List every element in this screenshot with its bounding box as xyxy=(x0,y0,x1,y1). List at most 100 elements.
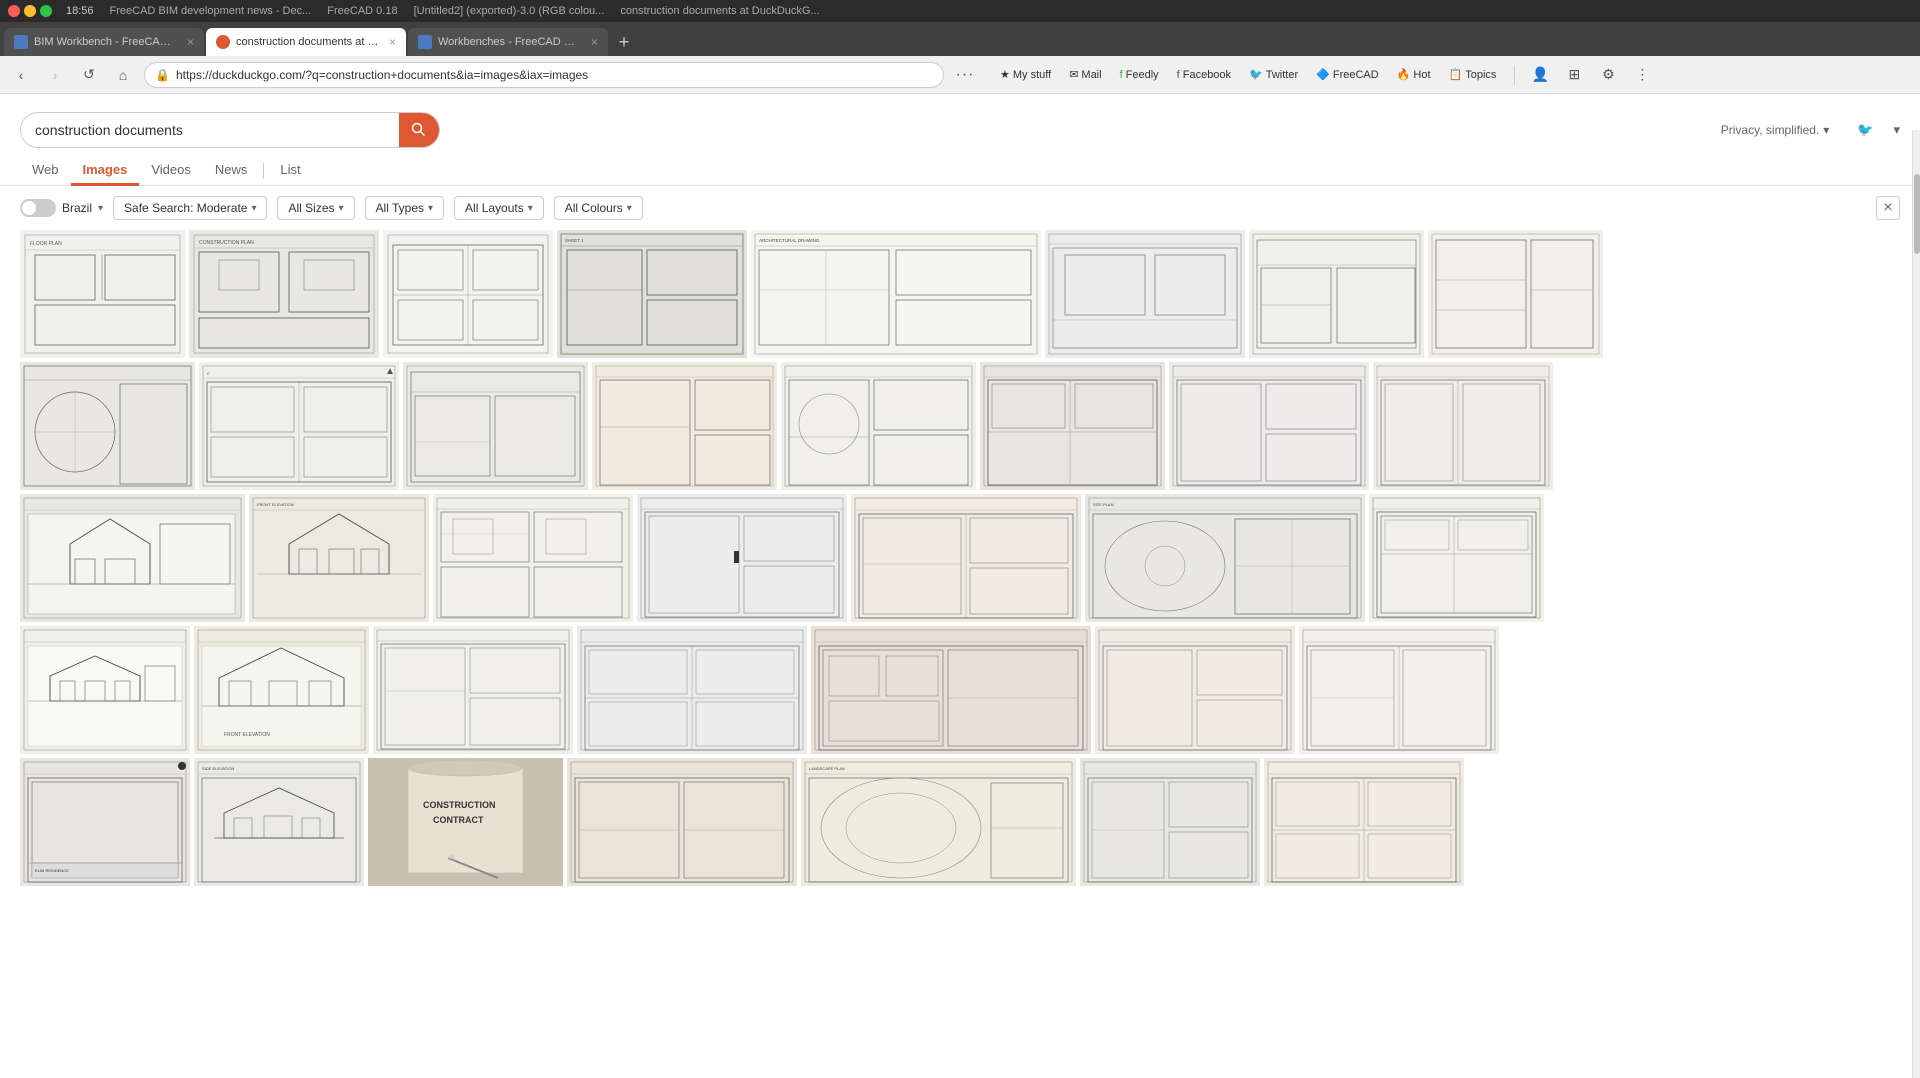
maximize-window-button[interactable] xyxy=(40,5,52,17)
search-input[interactable]: construction documents xyxy=(21,122,399,138)
image-8[interactable] xyxy=(1428,230,1603,358)
image-34[interactable] xyxy=(567,758,797,886)
image-36[interactable] xyxy=(1080,758,1260,886)
image-16[interactable] xyxy=(1373,362,1553,490)
image-28[interactable] xyxy=(811,626,1091,754)
blueprint-svg-13 xyxy=(781,362,976,490)
blueprint-svg-6 xyxy=(1045,230,1245,358)
image-21[interactable] xyxy=(851,494,1081,622)
minimize-window-button[interactable] xyxy=(24,5,36,17)
safe-search-dropdown[interactable]: Safe Search: Moderate ▾ xyxy=(113,196,267,220)
settings-button[interactable]: ⚙ xyxy=(1595,62,1621,88)
scrollbar-track[interactable] xyxy=(1912,130,1920,1078)
more-options-button[interactable]: ··· xyxy=(952,62,978,88)
close-filters-button[interactable]: × xyxy=(1876,196,1900,220)
image-1[interactable]: FLOOR PLAN xyxy=(20,230,185,358)
tab-close-2[interactable]: × xyxy=(389,35,396,49)
tab-workbenches[interactable]: Workbenches - FreeCAD Do... × xyxy=(408,28,608,56)
image-9[interactable] xyxy=(20,362,195,490)
image-24[interactable] xyxy=(20,626,190,754)
image-grid-section: FLOOR PLAN CONSTRUCTION PLAN xyxy=(0,230,1920,894)
image-row-2: C ▲ xyxy=(20,362,1900,490)
tab-close-1[interactable]: × xyxy=(187,35,194,49)
tab-videos[interactable]: Videos xyxy=(139,156,203,186)
type-dropdown[interactable]: All Types ▾ xyxy=(365,196,445,220)
toggle-switch[interactable] xyxy=(20,199,56,217)
image-14[interactable] xyxy=(980,362,1165,490)
tab-construction-docs[interactable]: construction documents at D... × xyxy=(206,28,406,56)
bookmark-mail[interactable]: ✉ Mail xyxy=(1063,65,1107,84)
image-37[interactable] xyxy=(1264,758,1464,886)
tab-list[interactable]: List xyxy=(268,156,312,186)
blueprint-svg-19 xyxy=(433,494,633,622)
blueprint-svg-10: C xyxy=(199,362,399,490)
bookmark-twitter[interactable]: 🐦 Twitter xyxy=(1243,65,1304,84)
close-window-button[interactable] xyxy=(8,5,20,17)
blueprint-svg-23 xyxy=(1369,494,1544,622)
bookmark-freecad[interactable]: 🔷 FreeCAD xyxy=(1310,65,1385,84)
scrollbar-thumb[interactable] xyxy=(1914,174,1920,254)
image-22[interactable]: SITE PLAN xyxy=(1085,494,1365,622)
bookmark-mystuff[interactable]: ★ My stuff xyxy=(994,65,1057,84)
image-20[interactable] xyxy=(637,494,847,622)
image-23[interactable] xyxy=(1369,494,1544,622)
search-box[interactable]: construction documents xyxy=(20,112,440,148)
region-dropdown-arrow[interactable]: ▾ xyxy=(98,203,103,214)
image-33[interactable]: CONSTRUCTION CONTRACT xyxy=(368,758,563,886)
bookmark-topics[interactable]: 📋 Topics xyxy=(1443,65,1503,84)
bookmark-facebook[interactable]: f Facebook xyxy=(1171,66,1237,84)
blueprint-svg-17 xyxy=(20,494,245,622)
image-17[interactable] xyxy=(20,494,245,622)
image-10[interactable]: C ▲ xyxy=(199,362,399,490)
search-button[interactable] xyxy=(399,112,439,148)
bookmark-hot[interactable]: 🔥 Hot xyxy=(1391,65,1437,84)
url-bar[interactable]: 🔒 https://duckduckgo.com/?q=construction… xyxy=(144,62,944,88)
image-31[interactable]: ELIM RESIDENCE xyxy=(20,758,190,886)
refresh-button[interactable]: ↺ xyxy=(76,62,102,88)
back-button[interactable]: ‹ xyxy=(8,62,34,88)
image-11[interactable] xyxy=(403,362,588,490)
svg-text:SIDE ELEVATION: SIDE ELEVATION xyxy=(202,766,234,771)
image-12[interactable] xyxy=(592,362,777,490)
topics-label: Topics xyxy=(1465,69,1496,81)
image-32[interactable]: SIDE ELEVATION xyxy=(194,758,364,886)
image-18[interactable]: FRONT ELEVATION xyxy=(249,494,429,622)
image-19[interactable] xyxy=(433,494,633,622)
privacy-dropdown-arrow[interactable]: ▾ xyxy=(1823,123,1829,137)
twitter-dropdown-arrow[interactable]: ▾ xyxy=(1893,122,1900,138)
bookmark-feedly[interactable]: f Feedly xyxy=(1114,66,1165,84)
hot-label: Hot xyxy=(1413,69,1430,81)
image-27[interactable] xyxy=(577,626,807,754)
person-icon-button[interactable]: 👤 xyxy=(1527,62,1553,88)
tab-images[interactable]: Images xyxy=(71,156,140,186)
image-26[interactable] xyxy=(373,626,573,754)
grid-icon-button[interactable]: ⊞ xyxy=(1561,62,1587,88)
forward-button[interactable]: › xyxy=(42,62,68,88)
layout-dropdown[interactable]: All Layouts ▾ xyxy=(454,196,544,220)
tab-news[interactable]: News xyxy=(203,156,260,186)
home-button[interactable]: ⌂ xyxy=(110,62,136,88)
image-25[interactable]: FRONT ELEVATION xyxy=(194,626,369,754)
image-6[interactable] xyxy=(1045,230,1245,358)
tab-web[interactable]: Web xyxy=(20,156,71,186)
color-dropdown[interactable]: All Colours ▾ xyxy=(554,196,643,220)
image-13[interactable] xyxy=(781,362,976,490)
tab-bim-workbench[interactable]: BIM Workbench - FreeCAD Do... × xyxy=(4,28,204,56)
svg-text:SHEET 1: SHEET 1 xyxy=(565,238,584,243)
image-7[interactable] xyxy=(1249,230,1424,358)
size-dropdown[interactable]: All Sizes ▾ xyxy=(277,196,354,220)
image-3[interactable] xyxy=(383,230,553,358)
image-30[interactable] xyxy=(1299,626,1499,754)
more-menu-button[interactable]: ⋮ xyxy=(1629,62,1655,88)
image-5[interactable]: ARCHITECTURAL DRAWING xyxy=(751,230,1041,358)
image-29[interactable] xyxy=(1095,626,1295,754)
image-35[interactable]: LANDSCAPE PLAN xyxy=(801,758,1076,886)
tab-close-3[interactable]: × xyxy=(591,35,598,49)
image-4[interactable]: SHEET 1 xyxy=(557,230,747,358)
blueprint-svg-3 xyxy=(383,230,553,358)
new-tab-button[interactable]: + xyxy=(610,28,638,56)
freecad-label: FreeCAD xyxy=(1333,69,1379,81)
filter-bar: Brazil ▾ Safe Search: Moderate ▾ All Siz… xyxy=(0,186,1920,230)
image-2[interactable]: CONSTRUCTION PLAN xyxy=(189,230,379,358)
image-15[interactable] xyxy=(1169,362,1369,490)
